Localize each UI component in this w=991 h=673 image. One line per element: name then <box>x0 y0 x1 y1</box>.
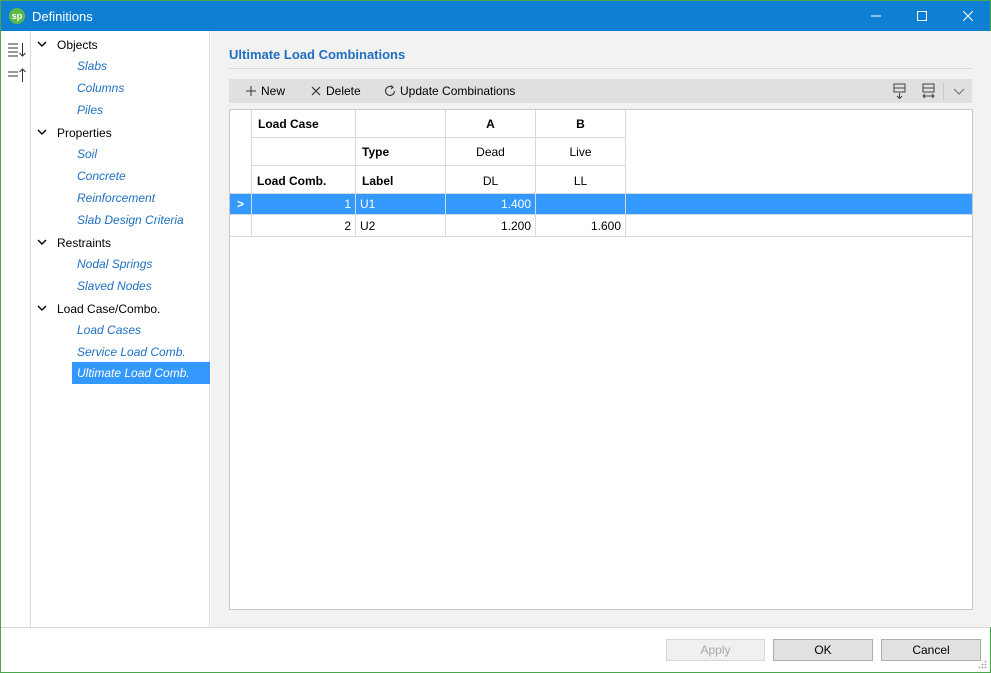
close-button[interactable] <box>945 1 991 31</box>
tree-item-slabs[interactable]: Slabs <box>72 55 112 77</box>
tree-category-label: Load Case/Combo. <box>57 302 161 316</box>
grid-toolbar: New Delete Update Combinations <box>229 79 972 103</box>
tree-category-objects[interactable]: Objects <box>31 33 210 55</box>
cancel-button[interactable]: Cancel <box>881 639 981 661</box>
row-value-a[interactable]: 1.200 <box>446 215 536 237</box>
tree-item-columns[interactable]: Columns <box>72 77 129 99</box>
row-number[interactable]: 1 <box>252 194 356 215</box>
maximize-icon <box>917 11 927 21</box>
minimize-button[interactable] <box>853 1 899 31</box>
close-icon <box>963 11 973 21</box>
tree-item-soil[interactable]: Soil <box>72 143 102 165</box>
type-column-b[interactable]: Live <box>536 138 626 166</box>
header-load-case: Load Case <box>252 110 356 138</box>
tree-tools-strip <box>1 31 31 627</box>
header-filler <box>626 110 972 194</box>
ok-button[interactable]: OK <box>773 639 873 661</box>
row-label[interactable]: U1 <box>356 194 446 215</box>
sort-descending-icon[interactable] <box>7 41 27 57</box>
row-value-a[interactable]: 1.400 <box>446 194 536 215</box>
update-combinations-button[interactable]: Update Combinations <box>383 82 515 100</box>
tree-category-load-case-combo[interactable]: Load Case/Combo. <box>31 297 210 319</box>
header-blank <box>356 110 446 138</box>
row-value-b[interactable] <box>536 194 626 215</box>
delete-button[interactable]: Delete <box>309 82 361 100</box>
apply-button[interactable]: Apply <box>666 639 765 661</box>
tree-item-reinforcement[interactable]: Reinforcement <box>72 187 160 209</box>
content-panel: Ultimate Load Combinations New Delete Up… <box>211 31 991 627</box>
tree-item-nodal-springs[interactable]: Nodal Springs <box>72 253 157 275</box>
definitions-window: sp Definitions Objects Slabs Columns Pil… <box>0 0 991 673</box>
chevron-down-icon[interactable] <box>37 238 47 246</box>
header-column-a[interactable]: A <box>446 110 536 138</box>
header-blank <box>252 138 356 166</box>
tree-category-properties[interactable]: Properties <box>31 121 210 143</box>
row-indicator[interactable] <box>230 215 252 237</box>
tree-item-service-load-comb[interactable]: Service Load Comb. <box>72 341 191 363</box>
title-bar: sp Definitions <box>1 1 990 31</box>
insert-row-icon[interactable] <box>890 82 910 100</box>
tree-item-slaved-nodes[interactable]: Slaved Nodes <box>72 275 157 297</box>
delete-button-label: Delete <box>326 84 361 98</box>
update-combinations-label: Update Combinations <box>400 84 516 98</box>
label-column-a[interactable]: DL <box>446 166 536 194</box>
label-column-b[interactable]: LL <box>536 166 626 194</box>
dialog-footer: Apply OK Cancel <box>1 627 990 672</box>
row-number[interactable]: 2 <box>252 215 356 237</box>
row-filler <box>626 194 972 215</box>
chevron-down-icon[interactable] <box>37 304 47 312</box>
tree-category-restraints[interactable]: Restraints <box>31 231 210 253</box>
tree-category-label: Properties <box>57 126 112 140</box>
row-selector-header <box>230 110 252 194</box>
window-title: Definitions <box>32 9 93 24</box>
load-combinations-grid: Load Case A B Type Dead Live Load Comb. … <box>229 109 973 610</box>
add-icon <box>246 86 256 96</box>
row-value-b[interactable]: 1.600 <box>536 215 626 237</box>
resize-grip-icon[interactable] <box>977 659 987 669</box>
sort-ascending-icon[interactable] <box>7 67 27 83</box>
minimize-icon <box>871 15 881 17</box>
row-label[interactable]: U2 <box>356 215 446 237</box>
row-indicator[interactable]: > <box>230 194 252 215</box>
header-load-comb: Load Comb. <box>252 166 356 194</box>
tree-item-ultimate-load-comb[interactable]: Ultimate Load Comb. <box>72 362 210 384</box>
app-logo: sp <box>9 8 25 24</box>
tree-item-piles[interactable]: Piles <box>72 99 108 121</box>
header-type: Type <box>356 138 446 166</box>
new-button[interactable]: New <box>244 82 285 100</box>
tree-category-label: Restraints <box>57 236 112 250</box>
type-column-a[interactable]: Dead <box>446 138 536 166</box>
expand-columns-icon[interactable] <box>919 82 939 100</box>
toolbar-separator <box>943 82 944 100</box>
chevron-down-icon[interactable] <box>949 82 969 100</box>
chevron-down-icon[interactable] <box>37 128 47 136</box>
definitions-tree: Objects Slabs Columns Piles Properties S… <box>31 31 210 627</box>
header-column-b[interactable]: B <box>536 110 626 138</box>
page-title: Ultimate Load Combinations <box>229 47 406 62</box>
tree-item-concrete[interactable]: Concrete <box>72 165 131 187</box>
new-button-label: New <box>261 84 286 98</box>
refresh-icon <box>384 85 396 96</box>
tree-category-label: Objects <box>57 38 98 52</box>
delete-icon <box>311 86 321 96</box>
row-filler <box>626 215 972 237</box>
maximize-button[interactable] <box>899 1 945 31</box>
tree-item-load-cases[interactable]: Load Cases <box>72 319 146 341</box>
header-label: Label <box>356 166 446 194</box>
tree-item-slab-design-criteria[interactable]: Slab Design Criteria <box>72 209 189 231</box>
title-divider <box>229 68 972 69</box>
chevron-down-icon[interactable] <box>37 40 47 48</box>
